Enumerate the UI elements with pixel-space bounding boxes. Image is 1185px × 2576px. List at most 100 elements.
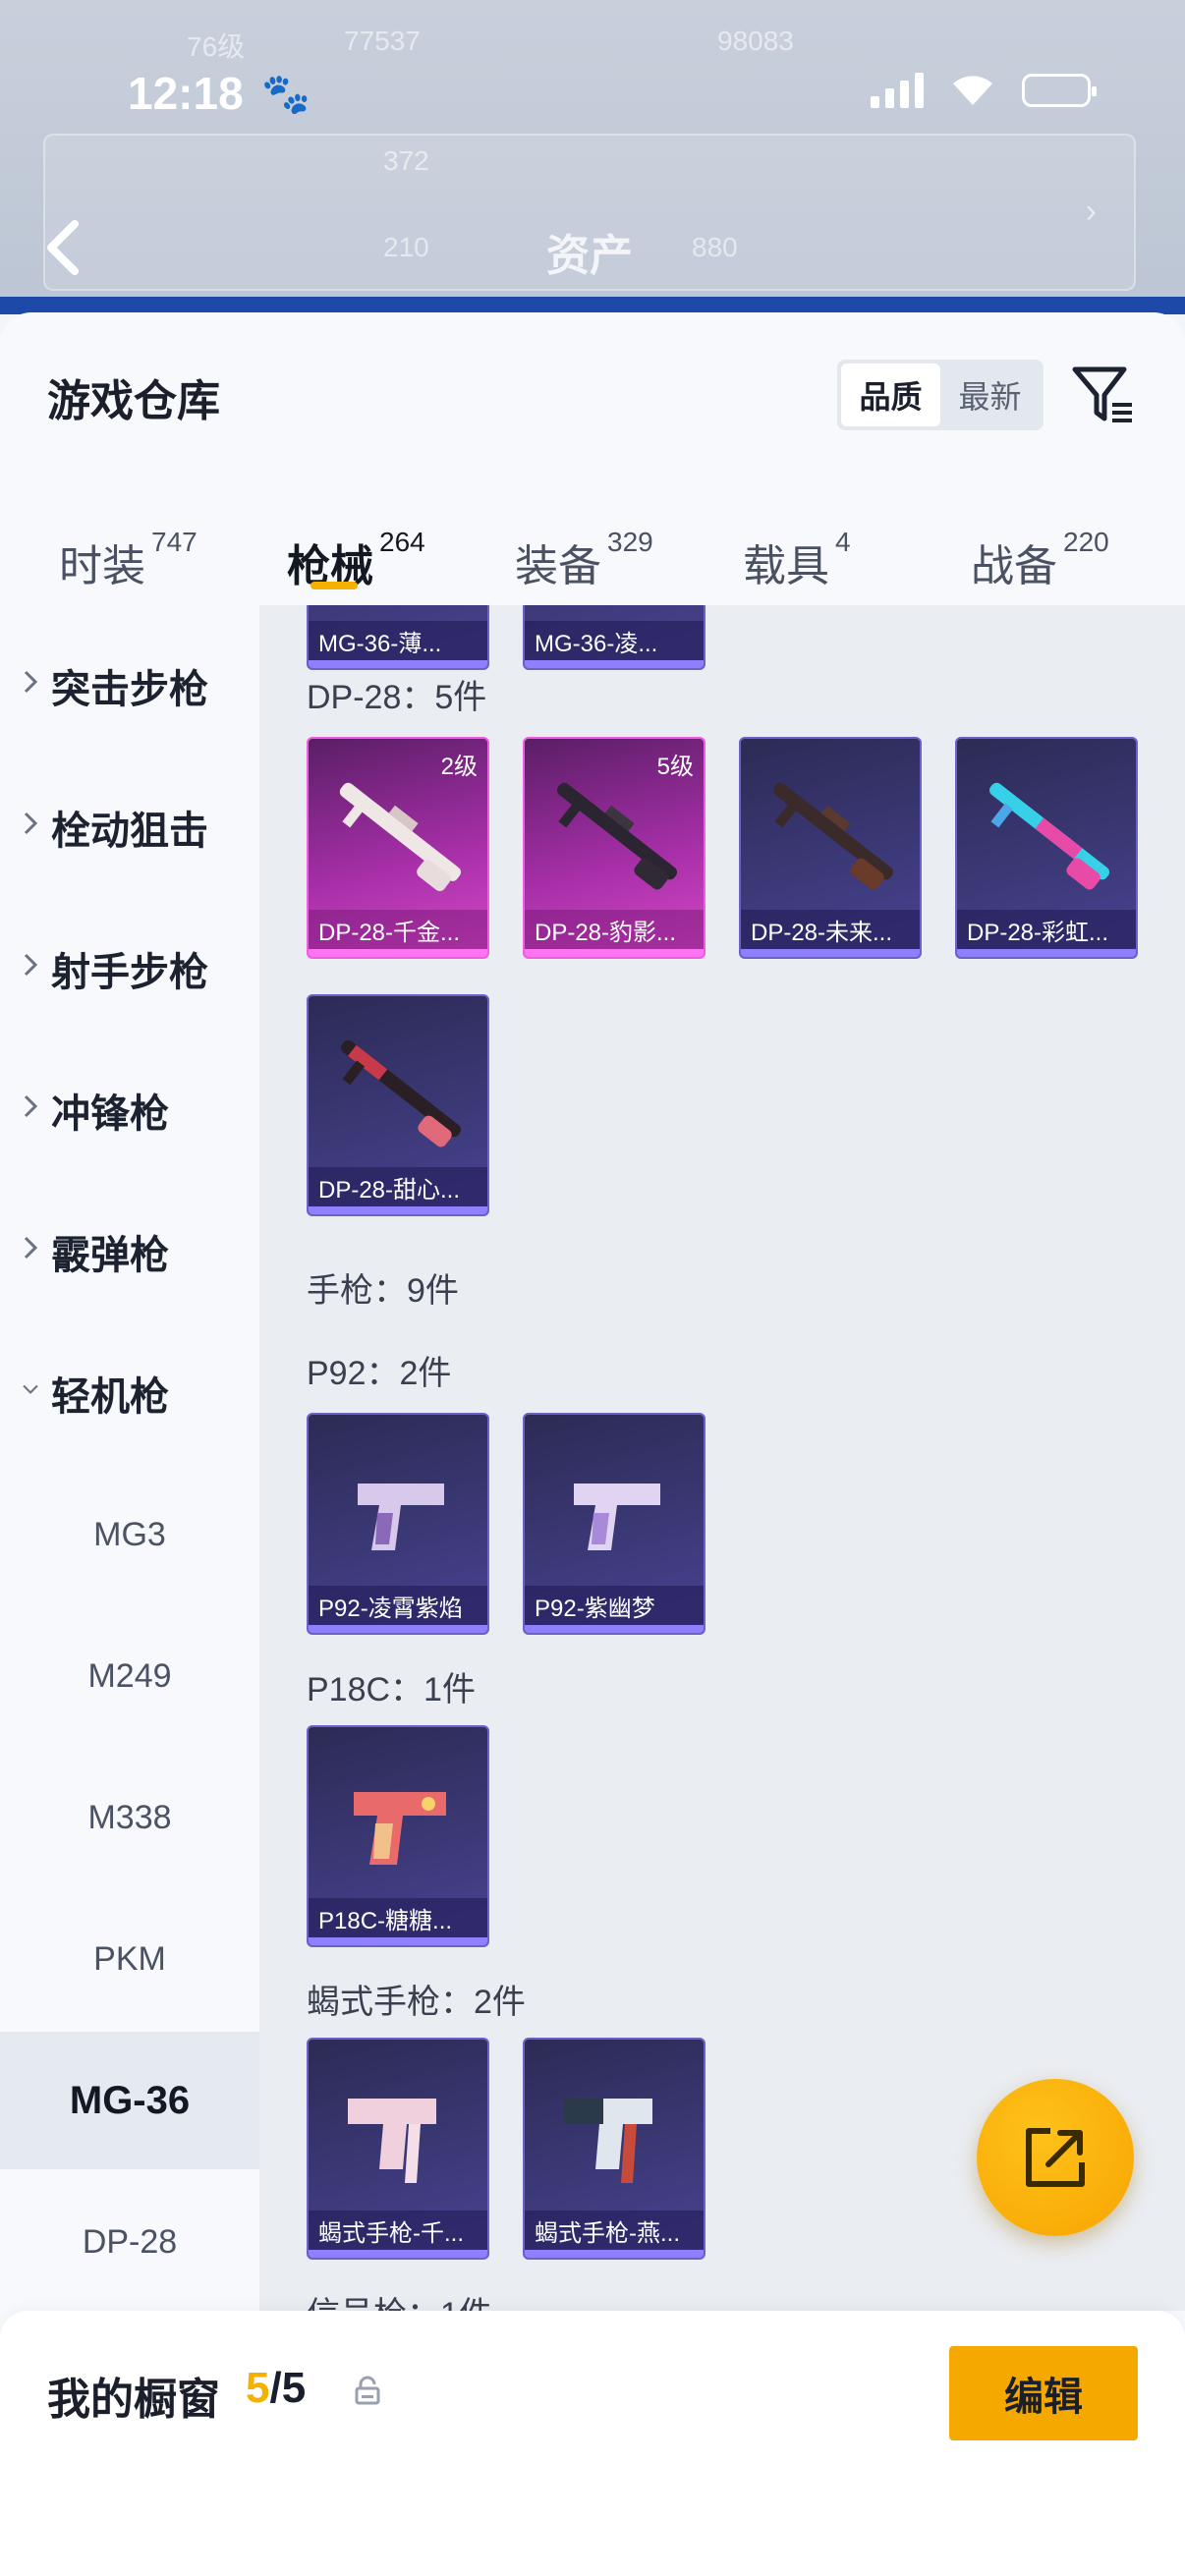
sidebar-item-label: 轻机枪 [51,1375,169,1419]
wifi-icon [949,74,996,107]
battery-icon [1022,74,1097,107]
filter-icon[interactable] [1069,360,1138,428]
sidebar-sub-dp28[interactable]: DP-28 [0,2173,259,2311]
item-card[interactable]: 蝎式手枪-燕... [523,2038,705,2260]
tab-label: 时装 [59,542,145,590]
smg-icon [564,2099,652,2183]
rarity-bar [309,660,487,668]
signal-icon [871,73,924,108]
edit-button[interactable]: 编辑 [949,2346,1138,2440]
sort-newest-button[interactable]: 最新 [940,364,1040,426]
share-icon [1026,2128,1085,2187]
page-title: 游戏仓库 [47,377,220,425]
group-title: P92：2件 [307,1355,452,1392]
rarity-bar [525,2250,704,2258]
rarity-bar [525,660,704,668]
rarity-bar [309,1206,487,1214]
item-card[interactable]: P92-紫幽梦 [523,1413,705,1635]
item-card[interactable]: 5级 DP-28-豹影... [523,737,705,959]
sidebar-item-label: 射手步枪 [51,951,208,994]
item-card[interactable]: DP-28-彩虹... [955,737,1138,959]
ghost-value: 210 [383,232,429,262]
item-card[interactable]: MG-36-薄... [307,605,489,670]
sidebar-sub-mg36[interactable]: MG-36 [0,2032,259,2169]
background-title: 资产 [546,232,633,280]
warehouse-sheet: 游戏仓库 品质 最新 时装 747 枪械 264 装备 329 载具 4 战备 … [0,312,1185,2576]
paw-icon: 🐾 [261,73,310,116]
smg-icon [348,2099,436,2183]
ghost-value: 372 [383,145,429,176]
sidebar-item-marksman-rifle[interactable]: 射手步枪 [0,900,259,1037]
pistol-icon [358,1484,444,1550]
showcase-label: 我的橱窗 [47,2376,220,2424]
chevron-right-icon [22,1093,51,1127]
tab-count: 747 [151,527,198,557]
group-title: P18C：1件 [307,1671,476,1708]
sidebar-item-assault-rifle[interactable]: 突击步枪 [0,617,259,755]
sidebar-sub-m338[interactable]: M338 [0,1749,259,1886]
sidebar-item-label: 突击步枪 [51,668,208,711]
item-card[interactable]: DP-28-甜心... [307,994,489,1216]
tab-count: 4 [835,527,851,557]
chevron-right-icon [22,811,51,844]
item-card[interactable]: 2级 DP-28-千金... [307,737,489,959]
item-card[interactable]: MG-36-凌... [523,605,705,670]
item-card[interactable]: P18C-糖糖... [307,1725,489,1947]
rifle-icon [339,782,462,892]
sidebar-item-smg[interactable]: 冲锋枪 [0,1041,259,1179]
tab-supplies[interactable]: 战备 220 [971,527,1109,593]
tab-count: 329 [607,527,653,557]
share-button[interactable] [977,2079,1134,2236]
category-tabs: 时装 747 枪械 264 装备 329 载具 4 战备 220 [0,489,1185,597]
showcase-count-total: 5 [281,2364,307,2412]
sidebar-item-shotgun[interactable]: 霰弹枪 [0,1183,259,1320]
tab-label: 装备 [515,542,601,590]
back-icon[interactable] [43,218,83,277]
sidebar-item-label: 霰弹枪 [51,1234,169,1277]
sort-toggle: 品质 最新 [837,360,1044,430]
item-grid: MG-36-薄... MG-36-凌... DP-28：5件 2级 DP-28-… [259,605,1185,2311]
sidebar-item-bolt-sniper[interactable]: 栓动狙击 [0,758,259,896]
chevron-right-icon [22,669,51,702]
tab-fashion[interactable]: 时装 747 [59,527,198,593]
rifle-icon [773,782,894,890]
rifle-icon [557,782,678,890]
rarity-bar [309,2250,487,2258]
chevron-right-icon [22,1235,51,1268]
tab-count: 264 [379,527,425,557]
category-sidebar: 突击步枪 栓动狙击 射手步枪 冲锋枪 霰弹枪 轻机枪 MG3 M249 M338… [0,605,259,2354]
group-title: 信号枪：1件 [307,2287,492,2311]
sidebar-sub-pkm[interactable]: PKM [0,1890,259,2028]
sidebar-sub-m249[interactable]: M249 [0,1607,259,1745]
item-card[interactable]: 蝎式手枪-千... [307,2038,489,2260]
ghost-value: 880 [692,232,738,262]
tab-count: 220 [1063,527,1109,557]
pistol-icon [574,1484,660,1550]
chevron-down-icon [22,1376,51,1410]
tab-label: 战备 [971,542,1057,590]
pistol-icon [354,1792,446,1865]
rarity-bar [957,949,1136,957]
showcase-count: 5/5 [246,2364,306,2413]
tab-active-indicator [310,582,358,589]
status-time: 12:18 [128,68,244,119]
sidebar-item-lmg[interactable]: 轻机枪 [0,1324,259,1462]
tab-label: 载具 [743,542,829,590]
showcase-count-current: 5 [246,2364,270,2412]
rarity-bar [741,949,920,957]
rifle-icon [989,782,1110,890]
item-card[interactable]: P92-凌霄紫焰 [307,1413,489,1635]
background-header: 76级 77537 98083 372 210 880 12:18 🐾 资产 › [0,0,1185,314]
group-title: 手枪：9件 [307,1272,459,1310]
showcase-bar: 我的橱窗 5/5 编辑 [0,2311,1185,2576]
tab-equipment[interactable]: 装备 329 [515,527,653,593]
group-title: 蝎式手枪：2件 [307,1984,526,2021]
sidebar-sub-mg3[interactable]: MG3 [0,1466,259,1603]
showcase-count-separator: / [269,2364,282,2412]
sidebar-item-label: 冲锋枪 [51,1092,169,1136]
sort-quality-button[interactable]: 品质 [841,364,940,426]
ghost-level: 76级 [187,31,246,62]
item-card[interactable]: DP-28-未来... [739,737,922,959]
rarity-bar [309,949,487,957]
tab-vehicles[interactable]: 载具 4 [743,527,851,593]
